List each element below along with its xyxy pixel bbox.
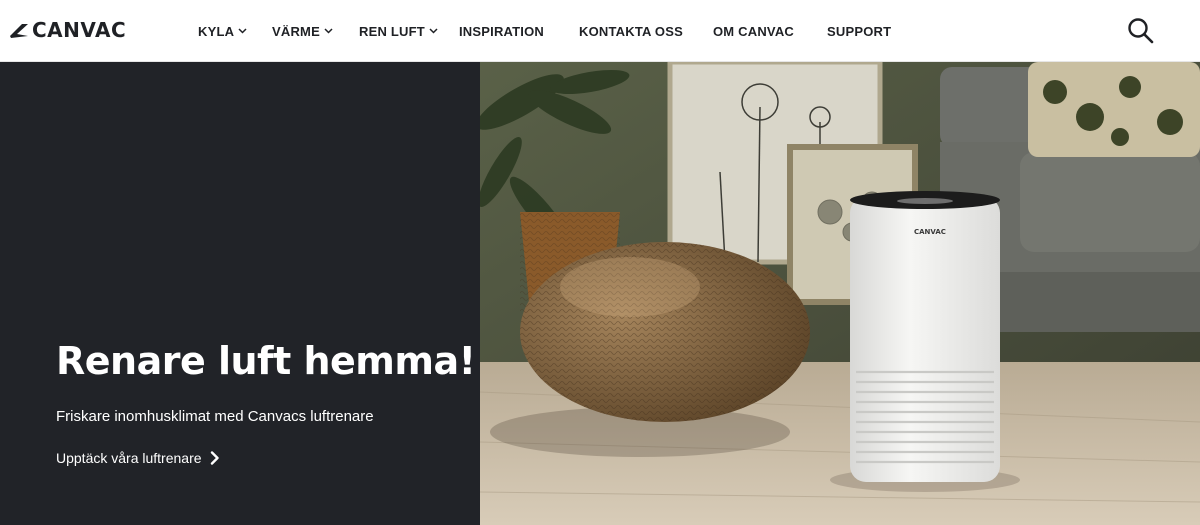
chevron-down-icon xyxy=(324,28,333,34)
brand-logo[interactable]: CANVAC xyxy=(8,17,126,43)
nav-item-label: SUPPORT xyxy=(827,23,892,39)
nav-item-support[interactable]: SUPPORT xyxy=(827,22,891,40)
hero-text-panel: Renare luft hemma! Friskare inomhusklima… xyxy=(0,62,480,525)
nav-item-label: VÄRME xyxy=(272,23,320,39)
hero-image: CANVAC xyxy=(480,62,1200,525)
nav-item-label: KYLA xyxy=(198,23,235,39)
site-header: CANVAC KYLA VÄRME REN LUFT INSPIRATION K… xyxy=(0,0,1200,62)
living-room-air-purifier-photo: CANVAC xyxy=(480,62,1200,525)
canvac-logo-mark-icon xyxy=(10,24,28,38)
chevron-down-icon xyxy=(429,28,438,34)
brand-name: CANVAC xyxy=(32,18,127,42)
search-button[interactable] xyxy=(1126,16,1156,46)
nav-item-kyla[interactable]: KYLA xyxy=(198,22,247,40)
nav-item-label: INSPIRATION xyxy=(459,23,545,39)
search-icon xyxy=(1128,18,1154,44)
hero-title: Renare luft hemma! xyxy=(56,339,476,383)
nav-item-label: KONTAKTA OSS xyxy=(579,23,683,39)
nav-item-inspiration[interactable]: INSPIRATION xyxy=(459,22,544,40)
nav-item-ren-luft[interactable]: REN LUFT xyxy=(359,22,438,40)
hero-subtitle: Friskare inomhusklimat med Canvacs luftr… xyxy=(56,408,374,425)
nav-item-varme[interactable]: VÄRME xyxy=(272,22,333,40)
hero-cta-label: Upptäck våra luftrenare xyxy=(56,450,202,466)
hero-banner: Renare luft hemma! Friskare inomhusklima… xyxy=(0,62,1200,525)
nav-item-label: REN LUFT xyxy=(359,23,425,39)
discover-air-purifiers-link[interactable]: Upptäck våra luftrenare xyxy=(56,450,220,466)
nav-item-kontakta-oss[interactable]: KONTAKTA OSS xyxy=(579,22,683,40)
chevron-right-icon xyxy=(210,451,219,465)
nav-item-om-canvac[interactable]: OM CANVAC xyxy=(713,22,794,40)
nav-item-label: OM CANVAC xyxy=(713,23,794,39)
purifier-brand-label: CANVAC xyxy=(914,228,946,236)
chevron-down-icon xyxy=(238,28,247,34)
